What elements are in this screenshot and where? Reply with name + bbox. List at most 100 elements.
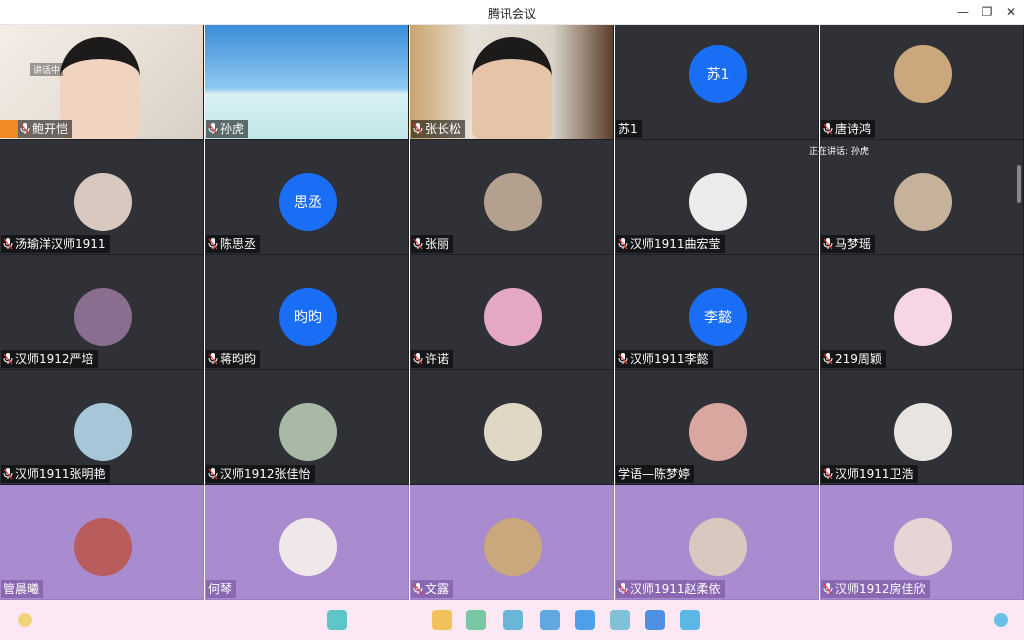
- participant-name: 唐诗鸿: [835, 122, 872, 136]
- participant-tile[interactable]: 学语—陈梦婷: [615, 370, 819, 485]
- avatar: [894, 403, 952, 461]
- avatar: [279, 403, 337, 461]
- participant-tile[interactable]: 张丽: [410, 140, 614, 255]
- participant-tile[interactable]: 管晨曦: [0, 485, 204, 600]
- participant-name-label: 何琴: [206, 580, 237, 598]
- participant-name-label: 汉师1911卫浩: [821, 465, 918, 483]
- meeting-icon[interactable]: [680, 610, 700, 630]
- participant-name: 学语—陈梦婷: [618, 467, 691, 481]
- participant-tile[interactable]: 汉师1912严培: [0, 255, 204, 370]
- mic-muted-icon: [618, 583, 630, 595]
- toolbar-icon-1[interactable]: [327, 610, 347, 630]
- app-icon[interactable]: [540, 610, 560, 630]
- participant-tile[interactable]: 汉师1911张明艳: [0, 370, 204, 485]
- mic-muted-icon: [208, 238, 220, 250]
- participant-name-label: 汉师1911曲宏莹: [616, 235, 725, 253]
- participant-name: 蒋昀昀: [220, 352, 257, 366]
- status-icon[interactable]: [18, 613, 32, 627]
- participant-tile[interactable]: 219周颖: [820, 255, 1024, 370]
- participant-tile[interactable]: 汉师1912张佳怡: [205, 370, 409, 485]
- mic-muted-icon: [3, 238, 15, 250]
- window-icon[interactable]: [610, 610, 630, 630]
- avatar: 思丞: [279, 173, 337, 231]
- mic-muted-icon: [3, 353, 15, 365]
- participant-name: 苏1: [618, 122, 638, 136]
- edge-icon[interactable]: [645, 610, 665, 630]
- mic-muted-icon: [3, 468, 15, 480]
- mic-muted-icon: [413, 353, 425, 365]
- avatar: 李懿: [689, 288, 747, 346]
- participant-tile[interactable]: 张长松: [410, 25, 614, 140]
- participant-name: 汉师1911赵柔依: [630, 582, 721, 596]
- minimize-button[interactable]: —: [951, 2, 975, 22]
- sync-icon[interactable]: [575, 610, 595, 630]
- scrollbar-thumb[interactable]: [1017, 165, 1021, 203]
- participant-name-label: 学语—陈梦婷: [616, 465, 695, 483]
- avatar: [484, 173, 542, 231]
- avatar: [689, 518, 747, 576]
- avatar: 昀昀: [279, 288, 337, 346]
- participant-tile[interactable]: 马梦瑶: [820, 140, 1024, 255]
- participant-tile[interactable]: 苏1 苏1: [615, 25, 819, 140]
- folder-icon[interactable]: [432, 610, 452, 630]
- participant-tile[interactable]: 李懿汉师1911李懿: [615, 255, 819, 370]
- mic-muted-icon: [823, 238, 835, 250]
- participant-name: 汉师1911李懿: [630, 352, 709, 366]
- participant-tile[interactable]: 汉师1912房佳欣: [820, 485, 1024, 600]
- avatar: [74, 403, 132, 461]
- participant-name: 孙虎: [220, 122, 245, 136]
- participant-tile[interactable]: 思丞 陈思丞: [205, 140, 409, 255]
- participant-tile[interactable]: 何琴: [205, 485, 409, 600]
- participant-tile[interactable]: 许诺: [410, 255, 614, 370]
- mic-muted-icon: [823, 468, 835, 480]
- mic-muted-icon: [413, 583, 425, 595]
- participant-tile[interactable]: 昀昀蒋昀昀: [205, 255, 409, 370]
- person-in-video: [472, 37, 552, 139]
- participant-name: 鲍开恺: [32, 122, 69, 136]
- participant-name-label: 文露: [411, 580, 454, 598]
- restore-button[interactable]: ❐: [975, 2, 999, 22]
- close-button[interactable]: ✕: [999, 2, 1023, 22]
- avatar: [894, 173, 952, 231]
- mic-muted-icon: [823, 353, 835, 365]
- participant-name-label: 张长松: [411, 120, 466, 138]
- bottom-toolbar: [0, 600, 1024, 640]
- participant-tile[interactable]: 汉师1911曲宏莹: [615, 140, 819, 255]
- participant-name-label: 陈思丞: [206, 235, 261, 253]
- participant-name: 汉师1912严培: [15, 352, 94, 366]
- participant-name: 管晨曦: [3, 582, 40, 596]
- mic-muted-icon: [208, 123, 220, 135]
- avatar: [74, 288, 132, 346]
- participant-tile[interactable]: 孙虎: [205, 25, 409, 140]
- browser-icon[interactable]: [466, 610, 486, 630]
- participant-name: 文露: [425, 582, 450, 596]
- participant-name: 汉师1911卫浩: [835, 467, 914, 481]
- participant-name-label: 219周颖: [821, 350, 886, 368]
- participant-name-label: 苏1: [616, 120, 642, 138]
- participant-name: 汉师1912张佳怡: [220, 467, 311, 481]
- mic-muted-icon: [413, 123, 425, 135]
- participant-name-label: 汉师1911李懿: [616, 350, 713, 368]
- participant-tile[interactable]: 文露: [410, 485, 614, 600]
- avatar: [279, 518, 337, 576]
- avatar: [894, 45, 952, 103]
- participant-tile[interactable]: 讲话中 鲍开恺: [0, 25, 204, 140]
- participant-name-label: 许诺: [411, 350, 454, 368]
- participant-name-label: 鲍开恺: [18, 120, 73, 138]
- participant-name-label: 唐诗鸿: [821, 120, 876, 138]
- notification-icon[interactable]: [994, 613, 1008, 627]
- participant-name: 汉师1911张明艳: [15, 467, 106, 481]
- mic-muted-icon: [208, 353, 220, 365]
- avatar: [74, 173, 132, 231]
- participant-tile[interactable]: 汤瑜洋汉师1911: [0, 140, 204, 255]
- avatar: [484, 518, 542, 576]
- participant-name-label: 孙虎: [206, 120, 249, 138]
- participant-tile[interactable]: 汉师1911赵柔依: [615, 485, 819, 600]
- avatar: [484, 288, 542, 346]
- avatar: [74, 518, 132, 576]
- participant-tile[interactable]: [410, 370, 614, 485]
- participant-tile[interactable]: 汉师1911卫浩: [820, 370, 1024, 485]
- participant-name: 汉师1912房佳欣: [835, 582, 926, 596]
- participant-tile[interactable]: 唐诗鸿: [820, 25, 1024, 140]
- mail-icon[interactable]: [503, 610, 523, 630]
